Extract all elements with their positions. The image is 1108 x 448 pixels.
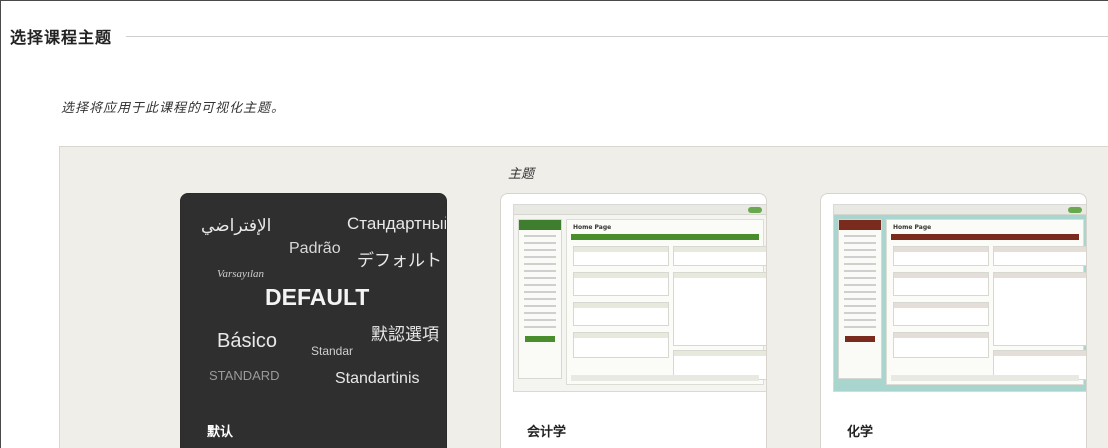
theme-name: 默认 (207, 425, 234, 440)
theme-word: الإفتراضي (201, 216, 272, 235)
theme-word: Standar (311, 344, 354, 358)
section-divider (126, 35, 1108, 37)
theme-word: デフォルト (357, 251, 442, 270)
theme-word: DEFAULT (265, 284, 370, 310)
theme-card-accounting[interactable]: Home Page 会计学 (500, 193, 767, 448)
thumb-title: Home Page (893, 224, 932, 231)
section-header: 选择课程主题 (10, 23, 1108, 49)
theme-picker: 主题 الإفتراضي Стандартный Padrão デフォルト Va… (59, 146, 1108, 448)
theme-name: 会计学 (527, 425, 567, 440)
theme-word: STANDARD (209, 368, 280, 383)
theme-word: Standartinis (335, 370, 420, 387)
theme-thumbnail: Home Page (513, 204, 766, 392)
theme-word: Стандартный (347, 214, 447, 233)
theme-picker-label: 主题 (508, 167, 535, 182)
theme-word: Varsayılan (217, 268, 265, 280)
theme-settings-page: 选择课程主题 选择将应用于此课程的可视化主题。 主题 الإفتراضي Ста… (0, 0, 1108, 448)
theme-word: Básico (217, 330, 278, 352)
section-title: 选择课程主题 (10, 28, 113, 47)
theme-thumbnail: Home Page (833, 204, 1086, 392)
theme-word: 默認選項 (371, 325, 439, 344)
thumb-title: Home Page (573, 224, 612, 231)
theme-name: 化学 (847, 425, 874, 440)
section-instructions: 选择将应用于此课程的可视化主题。 (61, 101, 286, 116)
theme-word: Padrão (289, 240, 341, 257)
theme-card-chemistry[interactable]: Home Page 化学 (820, 193, 1087, 448)
theme-card-default[interactable]: الإفتراضي Стандартный Padrão デフォルト Varsa… (180, 193, 447, 448)
